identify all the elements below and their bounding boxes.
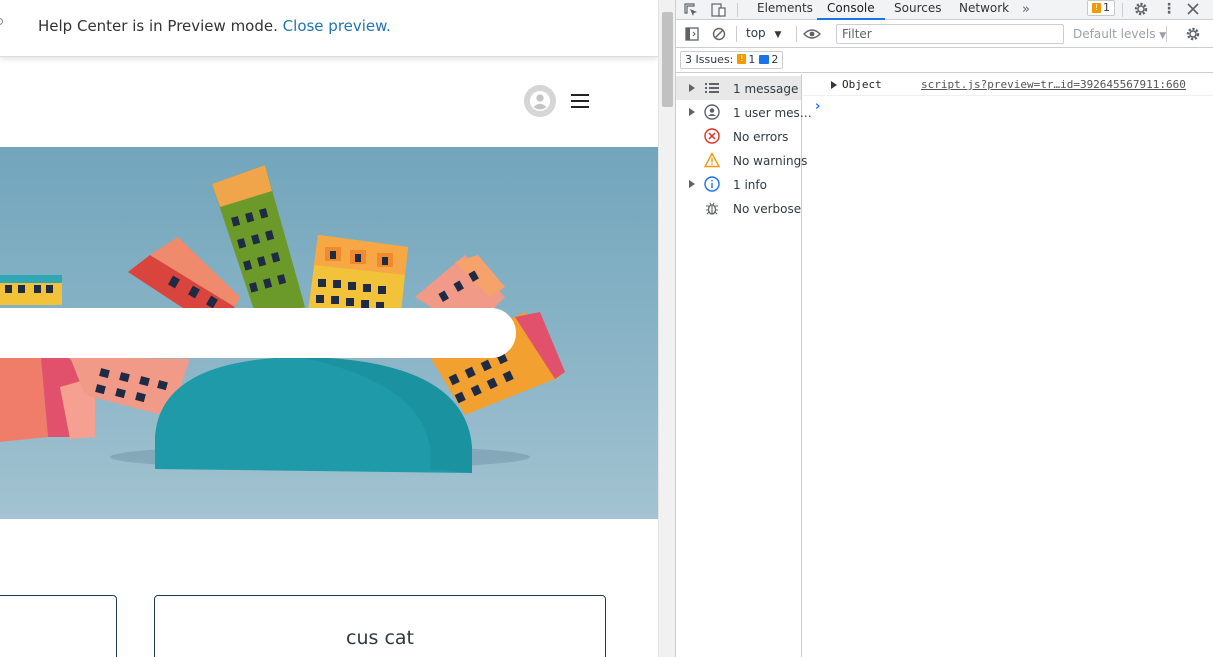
issues-label: 3 Issues: <box>685 53 734 66</box>
issues-warning-count: 1 <box>748 53 756 66</box>
info-message-icon <box>759 55 770 64</box>
divider <box>796 26 797 42</box>
filter-input[interactable] <box>836 24 1064 44</box>
console-output: Object script.js?preview=tr…id=392645567… <box>803 74 1213 657</box>
tab-console[interactable]: Console <box>817 0 885 20</box>
category-card[interactable] <box>0 595 117 657</box>
warning-badge-icon: ! <box>1092 3 1101 13</box>
sidebar-item-errors[interactable]: No errors <box>676 124 801 148</box>
settings-gear-icon[interactable] <box>1132 0 1150 18</box>
search-input[interactable] <box>0 308 516 358</box>
clear-console-icon[interactable] <box>711 26 727 42</box>
console-prompt-chevron-icon[interactable]: › <box>815 99 820 114</box>
dropdown-arrow-icon: ▼ <box>774 30 782 40</box>
sidebar-item-label: 1 message <box>733 82 799 96</box>
page-scrollbar[interactable] <box>658 0 675 657</box>
console-message-source-link[interactable]: script.js?preview=tr…id=392645567911:660 <box>921 78 1186 91</box>
devtools-tab-bar: Elements Console Sources Network » ! 1 ⋮ <box>676 0 1213 20</box>
more-options-icon[interactable]: ⋮ <box>1160 0 1178 18</box>
close-devtools-icon[interactable] <box>1184 0 1202 18</box>
expand-object-arrow-icon[interactable] <box>831 81 837 89</box>
expand-arrow-icon[interactable] <box>689 84 695 92</box>
context-select[interactable]: top ▼ <box>746 26 781 40</box>
user-circle-icon <box>704 104 720 120</box>
warning-icon: ! <box>737 54 747 64</box>
help-center-page: Help Center is in Preview mode. Close pr… <box>0 0 658 657</box>
log-levels-dropdown[interactable]: Default levels ▼ <box>1073 27 1166 41</box>
console-message-object[interactable]: Object <box>842 78 882 91</box>
category-card-label: cus cat <box>346 627 414 649</box>
context-value: top <box>746 26 766 40</box>
sidebar-item-label: No verbose <box>733 202 802 216</box>
user-avatar-icon[interactable] <box>524 85 556 117</box>
divider <box>737 3 738 17</box>
hamburger-menu-icon[interactable] <box>569 90 591 112</box>
preview-message-row: Help Center is in Preview mode. Close pr… <box>38 17 391 35</box>
issues-row: 3 Issues:! 1 2 <box>676 49 1213 73</box>
devtools-panel: Elements Console Sources Network » ! 1 ⋮ … <box>675 0 1213 657</box>
sidebar-item-verbose[interactable]: No verbose <box>676 196 801 220</box>
tab-sources[interactable]: Sources <box>884 0 951 20</box>
site-header <box>0 57 658 147</box>
sidebar-item-info[interactable]: 1 info <box>676 172 801 196</box>
warning-icon <box>703 152 721 168</box>
close-preview-link[interactable]: Close preview. <box>283 17 391 35</box>
bug-icon <box>704 200 720 216</box>
divider <box>736 26 737 42</box>
issues-button[interactable]: 3 Issues:! 1 2 <box>680 51 784 69</box>
sidebar-item-label: No warnings <box>733 154 808 168</box>
more-tabs-chevron-icon[interactable]: » <box>1017 0 1035 18</box>
list-icon <box>704 80 720 96</box>
console-settings-gear-icon[interactable] <box>1184 26 1202 42</box>
sidebar-item-messages[interactable]: 1 message <box>676 76 801 100</box>
sidebar-item-user-messages[interactable]: 1 user mes… <box>676 100 812 124</box>
divider <box>1122 3 1123 17</box>
banner-edge-icon <box>0 18 3 25</box>
category-card-cus-cat[interactable]: cus cat <box>154 595 606 657</box>
info-icon <box>704 176 720 192</box>
page-scrollbar-thumb[interactable] <box>662 12 673 107</box>
issues-badge[interactable]: ! 1 <box>1087 0 1115 16</box>
preview-mode-banner: Help Center is in Preview mode. Close pr… <box>0 0 658 57</box>
live-expression-eye-icon[interactable] <box>802 26 822 42</box>
sidebar-item-label: No errors <box>733 130 789 144</box>
log-levels-label: Default levels <box>1073 27 1156 41</box>
expand-arrow-icon[interactable] <box>689 180 695 188</box>
expand-arrow-icon[interactable] <box>689 108 695 116</box>
sidebar-item-label: 1 info <box>733 178 767 192</box>
tab-network[interactable]: Network <box>949 0 1019 20</box>
inspect-element-icon[interactable] <box>682 1 700 19</box>
issue-count: 1 <box>1103 1 1110 14</box>
sidebar-item-label: 1 user mes… <box>733 106 812 120</box>
preview-message: Help Center is in Preview mode. <box>38 17 278 35</box>
divider <box>1166 26 1167 42</box>
console-sidebar: 1 message 1 user mes… No errors No warni… <box>676 74 812 657</box>
device-toolbar-icon[interactable] <box>710 1 728 19</box>
tab-elements[interactable]: Elements <box>747 0 823 20</box>
console-toolbar: top ▼ Default levels ▼ <box>676 21 1213 48</box>
console-message-row[interactable]: Object script.js?preview=tr…id=392645567… <box>803 74 1213 96</box>
toggle-sidebar-icon[interactable] <box>684 26 700 42</box>
sidebar-item-warnings[interactable]: No warnings <box>676 148 807 172</box>
issues-info-count: 2 <box>771 53 779 66</box>
error-icon <box>704 128 720 144</box>
